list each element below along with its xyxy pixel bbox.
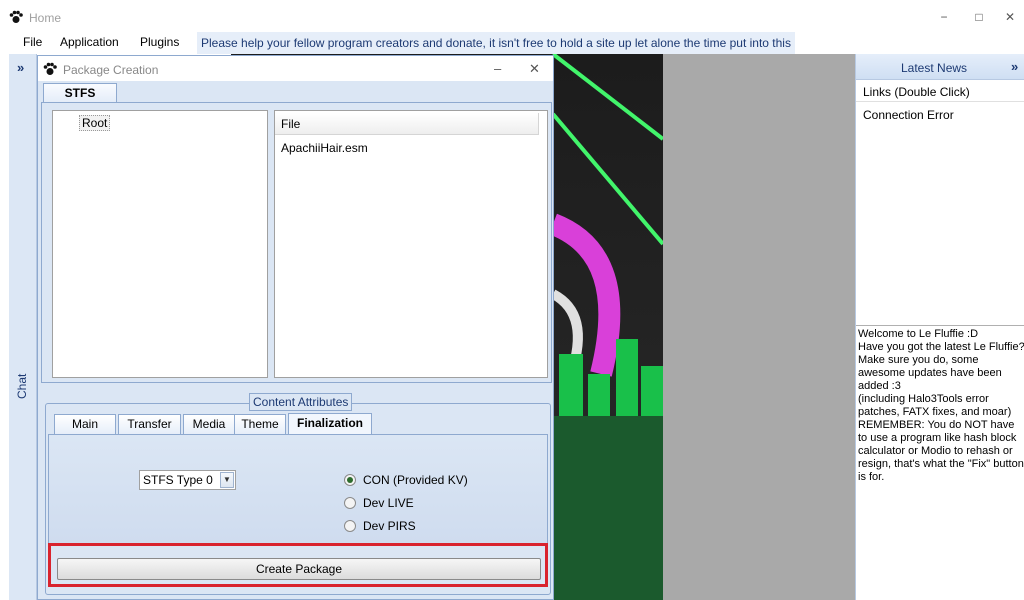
menubar: File Application Plugins Please help you… — [0, 32, 1024, 54]
file-column-header[interactable]: File — [275, 113, 539, 135]
dialog-title: Package Creation — [63, 63, 159, 77]
expand-chat-icon[interactable]: » — [17, 60, 24, 75]
radio-con-label[interactable]: CON (Provided KV) — [363, 473, 468, 487]
tab-media[interactable]: Media — [183, 414, 235, 434]
radio-dev-live[interactable] — [344, 497, 356, 509]
tab-theme[interactable]: Theme — [234, 414, 286, 434]
stfs-type-select[interactable]: STFS Type 0 ▼ — [139, 470, 236, 490]
collapse-news-icon[interactable]: » — [1011, 59, 1018, 74]
content-attributes-legend: Content Attributes — [249, 393, 353, 411]
links-list-header[interactable]: Links (Double Click) — [856, 82, 1024, 102]
radio-dev-pirs[interactable] — [344, 520, 356, 532]
menu-application[interactable]: Application — [60, 35, 119, 49]
column-separator[interactable] — [538, 113, 539, 135]
tab-main[interactable]: Main — [54, 414, 116, 434]
window-title: Home — [29, 11, 62, 25]
minimize-icon[interactable]: − — [937, 10, 951, 24]
welcome-text: Welcome to Le Fluffie :D Have you got th… — [858, 328, 1024, 483]
gray-area — [663, 54, 855, 600]
create-package-button[interactable]: Create Package — [57, 558, 541, 580]
tab-finalization[interactable]: Finalization — [288, 413, 372, 434]
close-icon[interactable]: ✕ — [1003, 10, 1017, 24]
stfs-panel: Root File ApachiiHair.esm — [41, 102, 552, 383]
package-creation-dialog: Package Creation – ✕ STFS Root File Apac… — [37, 55, 554, 600]
radio-con[interactable] — [344, 474, 356, 486]
left-collapsed-panel: » Chat — [9, 54, 37, 600]
news-header: Latest News » — [856, 54, 1024, 80]
news-divider — [856, 325, 1024, 326]
dialog-minimize-icon[interactable]: – — [494, 61, 501, 76]
tab-transfer[interactable]: Transfer — [118, 414, 181, 434]
finalization-panel — [48, 434, 548, 544]
donation-notice[interactable]: Please help your fellow program creators… — [197, 32, 795, 54]
folder-tree[interactable]: Root — [52, 110, 268, 378]
news-panel: Latest News » Links (Double Click) Conne… — [855, 54, 1024, 600]
radio-dev-live-label[interactable]: Dev LIVE — [363, 496, 414, 510]
tree-node-root[interactable]: Root — [79, 115, 111, 131]
menu-file[interactable]: File — [23, 35, 42, 49]
create-package-highlight: Create Package — [48, 543, 548, 587]
chevron-down-icon[interactable]: ▼ — [220, 472, 234, 488]
connection-status[interactable]: Connection Error — [863, 108, 954, 122]
paw-icon — [9, 10, 23, 23]
stfs-type-value: STFS Type 0 — [143, 473, 213, 487]
maximize-icon[interactable]: □ — [972, 10, 986, 24]
chat-label: Chat — [15, 373, 29, 399]
main-titlebar: Home − □ ✕ — [0, 0, 1024, 32]
dialog-close-icon[interactable]: ✕ — [529, 61, 540, 77]
dialog-titlebar: Package Creation – ✕ — [38, 56, 553, 81]
radio-dev-pirs-label[interactable]: Dev PIRS — [363, 519, 416, 533]
paw-icon — [43, 62, 57, 75]
list-item[interactable]: ApachiiHair.esm — [281, 141, 368, 155]
tab-stfs[interactable]: STFS — [43, 83, 117, 103]
news-title: Latest News — [901, 61, 968, 75]
chat-tab[interactable]: Chat — [15, 374, 29, 399]
file-list[interactable]: File ApachiiHair.esm — [274, 110, 548, 378]
menu-plugins[interactable]: Plugins — [140, 35, 179, 49]
